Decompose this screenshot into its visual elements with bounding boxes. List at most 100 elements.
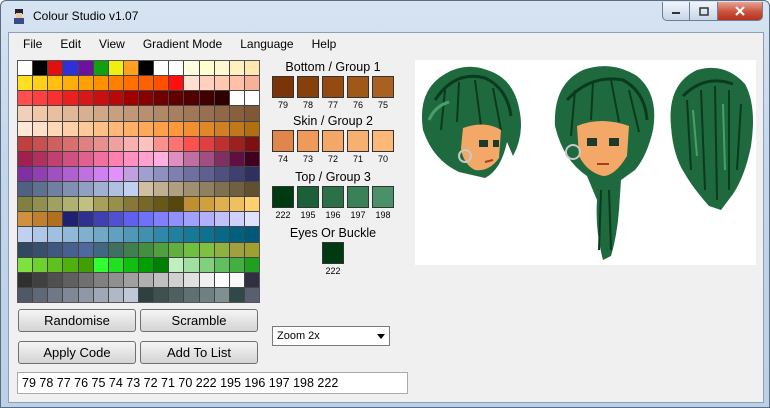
colour-code-field[interactable]: 79 78 77 76 75 74 73 72 71 70 222 195 19… [17, 372, 408, 394]
palette-swatch[interactable] [63, 151, 78, 166]
palette-swatch[interactable] [184, 257, 199, 272]
palette-swatch[interactable] [78, 106, 93, 121]
swatch-colour[interactable] [272, 130, 294, 152]
palette-swatch[interactable] [214, 106, 229, 121]
palette-swatch[interactable] [108, 257, 123, 272]
palette-swatch[interactable] [108, 287, 123, 302]
palette-swatch[interactable] [33, 212, 48, 227]
palette-swatch[interactable] [108, 227, 123, 242]
palette-swatch[interactable] [63, 242, 78, 257]
palette-swatch[interactable] [214, 61, 229, 76]
group-swatch[interactable]: 79 [272, 76, 294, 110]
palette-swatch[interactable] [78, 242, 93, 257]
palette-swatch[interactable] [139, 287, 154, 302]
palette-swatch[interactable] [139, 166, 154, 181]
palette-swatch[interactable] [229, 136, 244, 151]
palette-swatch[interactable] [229, 166, 244, 181]
palette-swatch[interactable] [33, 136, 48, 151]
palette-swatch[interactable] [33, 272, 48, 287]
palette-swatch[interactable] [139, 76, 154, 91]
palette-swatch[interactable] [93, 257, 108, 272]
palette-swatch[interactable] [199, 166, 214, 181]
palette-swatch[interactable] [184, 136, 199, 151]
palette-swatch[interactable] [244, 91, 259, 106]
palette-swatch[interactable] [78, 91, 93, 106]
palette-swatch[interactable] [18, 197, 33, 212]
palette-swatch[interactable] [229, 182, 244, 197]
palette-swatch[interactable] [93, 76, 108, 91]
palette-swatch[interactable] [33, 242, 48, 257]
palette-swatch[interactable] [108, 197, 123, 212]
palette-swatch[interactable] [169, 182, 184, 197]
group-swatch[interactable]: 72 [322, 130, 344, 164]
palette-swatch[interactable] [154, 287, 169, 302]
colour-palette[interactable] [17, 60, 260, 303]
palette-swatch[interactable] [154, 272, 169, 287]
palette-swatch[interactable] [123, 166, 138, 181]
palette-swatch[interactable] [63, 212, 78, 227]
palette-swatch[interactable] [63, 76, 78, 91]
palette-swatch[interactable] [229, 242, 244, 257]
palette-swatch[interactable] [93, 61, 108, 76]
palette-swatch[interactable] [199, 91, 214, 106]
palette-swatch[interactable] [199, 76, 214, 91]
palette-swatch[interactable] [169, 272, 184, 287]
palette-swatch[interactable] [78, 212, 93, 227]
palette-swatch[interactable] [78, 61, 93, 76]
palette-swatch[interactable] [108, 106, 123, 121]
swatch-colour[interactable] [322, 130, 344, 152]
swatch-colour[interactable] [272, 186, 294, 208]
palette-swatch[interactable] [123, 227, 138, 242]
palette-swatch[interactable] [244, 242, 259, 257]
palette-swatch[interactable] [169, 76, 184, 91]
menu-help[interactable]: Help [312, 37, 337, 51]
palette-swatch[interactable] [214, 242, 229, 257]
palette-swatch[interactable] [139, 61, 154, 76]
swatch-colour[interactable] [372, 130, 394, 152]
palette-swatch[interactable] [214, 91, 229, 106]
menu-view[interactable]: View [99, 37, 125, 51]
palette-swatch[interactable] [18, 182, 33, 197]
palette-swatch[interactable] [169, 227, 184, 242]
swatch-colour[interactable] [322, 242, 344, 264]
palette-swatch[interactable] [78, 257, 93, 272]
palette-swatch[interactable] [33, 197, 48, 212]
palette-swatch[interactable] [169, 61, 184, 76]
apply-code-button[interactable]: Apply Code [18, 341, 136, 364]
palette-swatch[interactable] [18, 287, 33, 302]
palette-swatch[interactable] [48, 272, 63, 287]
palette-swatch[interactable] [184, 212, 199, 227]
palette-swatch[interactable] [63, 91, 78, 106]
palette-swatch[interactable] [18, 91, 33, 106]
palette-swatch[interactable] [184, 151, 199, 166]
palette-swatch[interactable] [154, 61, 169, 76]
palette-swatch[interactable] [48, 151, 63, 166]
palette-swatch[interactable] [33, 91, 48, 106]
palette-swatch[interactable] [123, 121, 138, 136]
palette-swatch[interactable] [18, 272, 33, 287]
palette-swatch[interactable] [33, 61, 48, 76]
palette-swatch[interactable] [229, 61, 244, 76]
palette-swatch[interactable] [199, 287, 214, 302]
palette-swatch[interactable] [169, 166, 184, 181]
close-button[interactable] [718, 2, 763, 21]
palette-swatch[interactable] [199, 136, 214, 151]
palette-swatch[interactable] [63, 166, 78, 181]
swatch-colour[interactable] [322, 186, 344, 208]
palette-swatch[interactable] [63, 287, 78, 302]
palette-swatch[interactable] [154, 166, 169, 181]
palette-swatch[interactable] [139, 197, 154, 212]
palette-swatch[interactable] [33, 182, 48, 197]
menu-language[interactable]: Language [240, 37, 293, 51]
palette-swatch[interactable] [184, 76, 199, 91]
palette-swatch[interactable] [199, 61, 214, 76]
palette-swatch[interactable] [108, 166, 123, 181]
palette-swatch[interactable] [123, 287, 138, 302]
palette-swatch[interactable] [169, 287, 184, 302]
palette-swatch[interactable] [199, 197, 214, 212]
group-swatch[interactable]: 74 [272, 130, 294, 164]
palette-swatch[interactable] [108, 242, 123, 257]
palette-swatch[interactable] [93, 212, 108, 227]
palette-swatch[interactable] [63, 182, 78, 197]
swatch-colour[interactable] [322, 76, 344, 98]
